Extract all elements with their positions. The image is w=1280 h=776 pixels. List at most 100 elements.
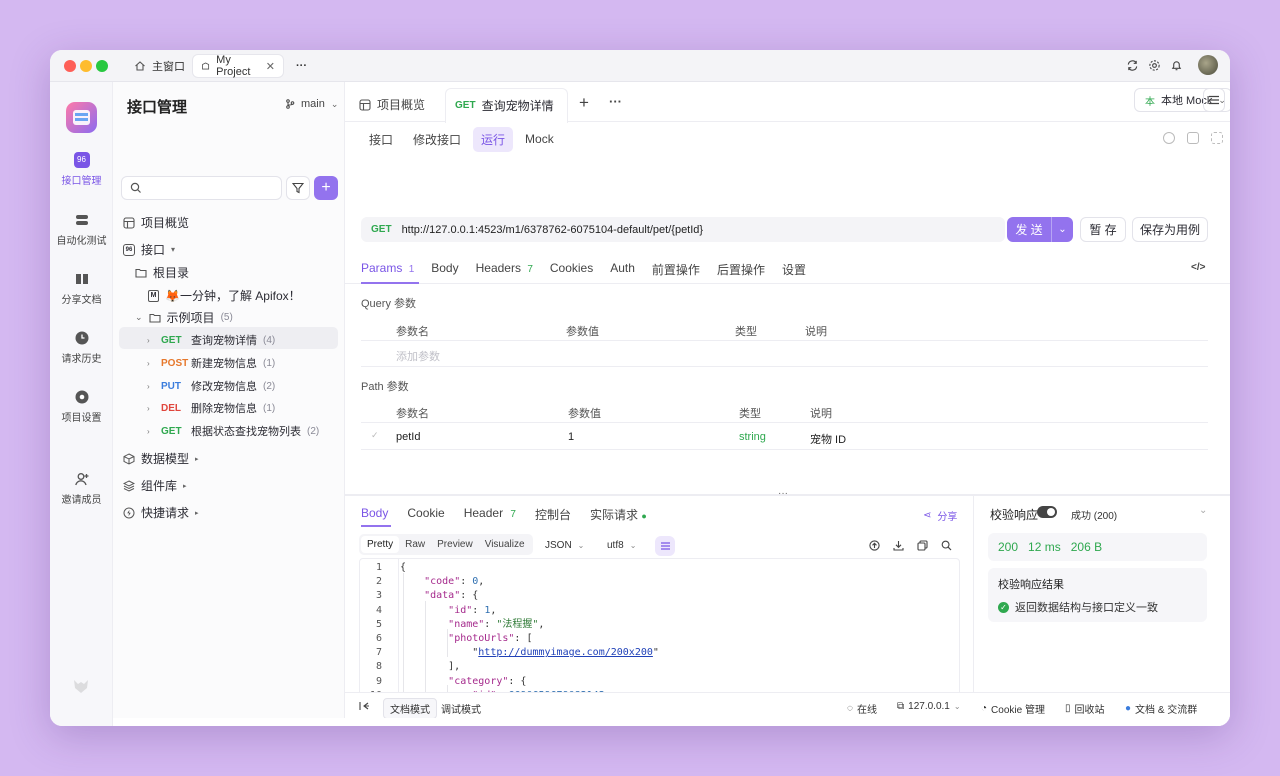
add-param-row[interactable]: 添加参数 [361, 342, 1208, 367]
rail-project-settings[interactable]: 项目设置 [50, 389, 113, 424]
rail-automation-test[interactable]: 自动化测试 [50, 212, 113, 247]
search-icon[interactable] [941, 540, 952, 551]
subtab-edit-api[interactable]: 修改接口 [405, 127, 469, 152]
doc-mode-button[interactable]: 文档模式 [383, 698, 437, 719]
maximize-window-button[interactable] [96, 60, 108, 72]
param-value[interactable]: 1 [568, 431, 574, 443]
response-tab-header[interactable]: Header 7 [464, 506, 516, 523]
code-line: 3 "data": { [360, 589, 959, 603]
minimize-window-button[interactable] [80, 60, 92, 72]
tree-item-root[interactable]: 根目录 [135, 264, 189, 281]
send-button[interactable]: 发 送 [1007, 217, 1051, 242]
tree-endpoint-item[interactable]: › DEL 删除宠物信息 (1) [147, 400, 275, 416]
subtab-api[interactable]: 接口 [361, 127, 401, 152]
request-url[interactable]: http://127.0.0.1:4523/m1/6378762-6075104… [402, 224, 704, 236]
request-method[interactable]: GET [371, 224, 392, 235]
tree-folder-example[interactable]: ⌄ 示例项目 (5) [135, 309, 233, 326]
tree-item-overview[interactable]: 项目概览 [123, 214, 189, 231]
tab-main-window[interactable]: 主窗口 [126, 54, 193, 78]
tree-item-components[interactable]: 组件库 ▸ [123, 477, 187, 494]
tree-endpoint-item[interactable]: › POST 新建宠物信息 (1) [147, 355, 275, 371]
validate-toggle[interactable] [1037, 506, 1057, 518]
response-tabs: Body Cookie Header 7 控制台 实际请求 ● [361, 506, 647, 523]
search-box[interactable] [121, 176, 282, 200]
param-desc[interactable]: 宠物 ID [810, 431, 846, 447]
response-tab-actual-request[interactable]: 实际请求 ● [590, 506, 647, 523]
rail-request-history[interactable]: 请求历史 [50, 330, 113, 365]
tree-item-quick-requests[interactable]: 快捷请求 ▸ [123, 504, 199, 521]
param-name[interactable]: petId [396, 431, 420, 443]
tree-item-data-models[interactable]: 数据模型 ▸ [123, 450, 199, 467]
more-tabs-button[interactable]: ··· [288, 54, 315, 78]
copy-icon[interactable] [917, 540, 928, 551]
add-param-placeholder[interactable]: 添加参数 [396, 348, 440, 364]
close-window-button[interactable] [64, 60, 76, 72]
subtab-mock[interactable]: Mock [517, 128, 562, 150]
validate-status-select[interactable]: 成功 (200) [1071, 507, 1117, 522]
debug-mode-button[interactable]: 调试模式 [441, 701, 481, 716]
close-tab-icon[interactable]: ✕ [266, 60, 275, 73]
row-checkbox-icon[interactable]: ✓ [371, 430, 379, 441]
response-tab-console[interactable]: 控制台 [535, 506, 571, 523]
tab-post-processors[interactable]: 后置操作 [717, 261, 765, 278]
send-options-dropdown[interactable]: ⌄ [1051, 217, 1073, 242]
share-link-icon[interactable] [1211, 132, 1223, 144]
save-draft-button[interactable]: 暂 存 [1080, 217, 1126, 242]
tab-headers[interactable]: Headers 7 [476, 261, 533, 278]
response-tab-body[interactable]: Body [361, 506, 388, 523]
cookie-manager-button[interactable]: ◔ Cookie 管理 [981, 701, 1045, 716]
tab-pre-processors[interactable]: 前置操作 [652, 261, 700, 278]
trash-button[interactable]: ▯ 回收站 [1065, 701, 1105, 716]
notification-bell-icon[interactable] [1170, 59, 1183, 72]
tab-project-overview[interactable]: 项目概览 [359, 96, 425, 113]
tree-endpoint-item[interactable]: › GET 查询宠物详情 (4) [147, 332, 275, 348]
add-button[interactable]: + [314, 176, 338, 200]
menu-button[interactable] [1203, 88, 1225, 112]
url-bar[interactable]: GET http://127.0.0.1:4523/m1/6378762-607… [361, 217, 1005, 242]
tree-endpoint-item[interactable]: › GET 根据状态查找宠物列表 (2) [147, 423, 319, 439]
param-type[interactable]: string [739, 431, 766, 443]
format-visualize[interactable]: Visualize [479, 536, 531, 553]
collapse-sidebar-icon[interactable] [359, 701, 370, 711]
subtab-run[interactable]: 运行 [473, 126, 514, 152]
tab-cookies[interactable]: Cookies [550, 261, 593, 278]
copy-icon[interactable] [1187, 132, 1199, 144]
branch-selector[interactable]: main ⌄ [285, 98, 338, 110]
language-select[interactable]: JSON ⌄ [545, 540, 584, 551]
tab-params[interactable]: Params 1 [361, 261, 414, 278]
tabs-more-button[interactable]: ··· [609, 94, 622, 109]
tab-settings[interactable]: 设置 [782, 261, 806, 278]
docs-community-button[interactable]: ● 文档 & 交流群 [1125, 701, 1197, 716]
tab-auth[interactable]: Auth [610, 261, 635, 278]
online-status[interactable]: ◌ 在线 [847, 701, 877, 716]
response-tab-cookie[interactable]: Cookie [407, 506, 444, 523]
format-code-button[interactable] [655, 536, 675, 556]
search-input[interactable] [148, 182, 278, 194]
host-selector[interactable]: ⧉ 127.0.0.1 ⌄ [897, 701, 961, 712]
settings-gear-icon[interactable] [1148, 59, 1161, 72]
sync-icon[interactable] [1126, 59, 1139, 72]
tab-my-project[interactable]: My Project ✕ [192, 54, 284, 78]
tree-endpoint-item[interactable]: › PUT 修改宠物信息 (2) [147, 378, 275, 394]
rail-api-management[interactable]: 96 接口管理 [50, 152, 113, 187]
history-icon[interactable] [1163, 132, 1175, 144]
download-icon[interactable] [893, 540, 904, 551]
format-pretty[interactable]: Pretty [361, 536, 400, 553]
chevron-down-icon[interactable]: ⌄ [1199, 505, 1207, 516]
encoding-select[interactable]: utf8 ⌄ [607, 540, 636, 551]
filter-button[interactable] [286, 176, 310, 200]
tab-body[interactable]: Body [431, 261, 458, 278]
new-tab-button[interactable]: + [579, 93, 589, 113]
format-preview[interactable]: Preview [431, 536, 479, 553]
tree-item-api[interactable]: 96 接口 ▾ [123, 241, 175, 258]
tree-item-intro-doc[interactable]: M 🦊一分钟，了解 Apifox！ [148, 287, 301, 304]
share-button[interactable]: ⋖ 分享 [923, 508, 957, 523]
upload-icon[interactable] [869, 540, 880, 551]
code-view-icon[interactable]: </> [1191, 262, 1205, 273]
user-avatar[interactable] [1198, 55, 1218, 75]
format-raw[interactable]: Raw [399, 536, 431, 553]
save-as-case-button[interactable]: 保存为用例 [1132, 217, 1208, 242]
rail-share-docs[interactable]: 分享文档 [50, 271, 113, 306]
rail-invite-members[interactable]: 邀请成员 [50, 471, 113, 506]
tab-get-pet-detail[interactable]: GET 查询宠物详情 [455, 97, 554, 114]
